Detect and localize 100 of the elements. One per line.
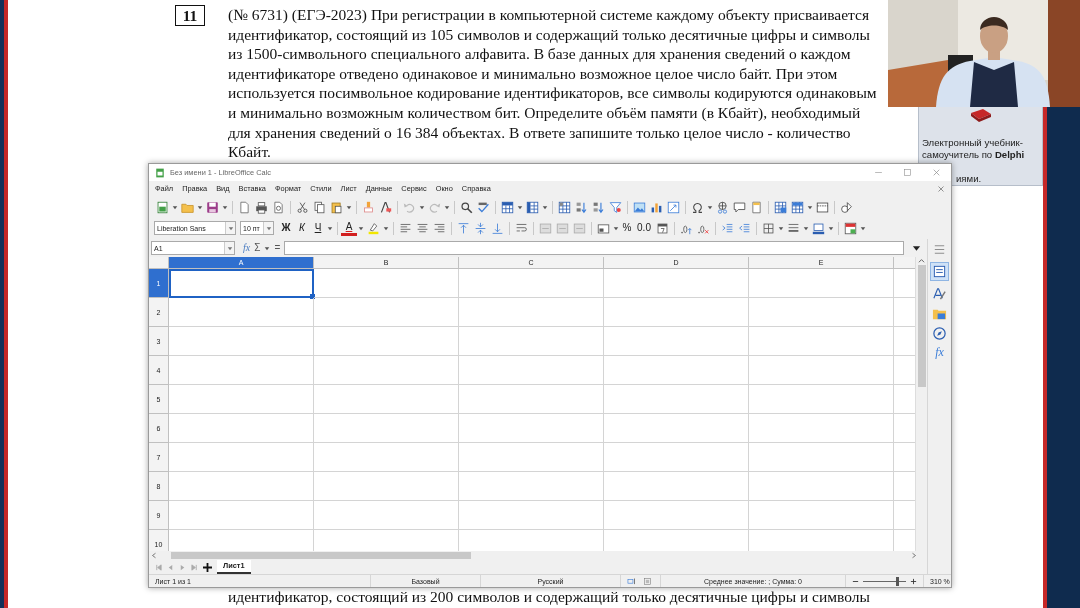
table-cell[interactable] <box>749 356 894 385</box>
caret-icon[interactable] <box>197 204 203 210</box>
selection-mode-icon[interactable] <box>627 576 637 586</box>
caret-icon[interactable] <box>860 225 866 231</box>
table-cell[interactable] <box>314 385 459 414</box>
add-sheet-icon[interactable] <box>203 562 212 572</box>
image-icon[interactable] <box>633 200 646 214</box>
print-area-icon[interactable] <box>774 200 787 214</box>
next-sheet-icon[interactable] <box>179 563 186 571</box>
table-cell[interactable] <box>314 501 459 530</box>
caret-icon[interactable] <box>444 204 450 210</box>
caret-icon[interactable] <box>327 225 333 231</box>
formula-input-field[interactable] <box>284 241 904 255</box>
pivot-table-icon[interactable] <box>667 200 680 214</box>
table-cell[interactable] <box>749 501 894 530</box>
table-cell[interactable] <box>314 298 459 327</box>
shapes-icon[interactable] <box>840 200 853 214</box>
omega-icon[interactable] <box>691 200 704 214</box>
menu-icon[interactable] <box>932 242 947 257</box>
bold-button[interactable]: Ж <box>278 220 294 236</box>
font-color-button[interactable]: A <box>341 220 357 236</box>
caret-icon[interactable] <box>517 204 523 210</box>
caret-icon[interactable] <box>222 204 228 210</box>
table-icon[interactable] <box>558 200 571 214</box>
caret-icon[interactable] <box>264 245 271 251</box>
filter-icon[interactable] <box>609 200 622 214</box>
table-cell[interactable] <box>169 356 314 385</box>
table-cell[interactable] <box>459 356 604 385</box>
table-cell[interactable] <box>749 443 894 472</box>
sort-descending-icon[interactable] <box>592 200 605 214</box>
sum-button[interactable]: Σ <box>254 243 261 253</box>
scroll-right-icon[interactable] <box>911 552 917 559</box>
caret-icon[interactable] <box>803 225 809 231</box>
caret-icon[interactable] <box>419 204 425 210</box>
table-cell[interactable] <box>314 356 459 385</box>
table-cell[interactable] <box>604 385 749 414</box>
align-middle-icon[interactable] <box>474 221 487 235</box>
align-right-icon[interactable] <box>433 221 446 235</box>
table-cell[interactable] <box>314 327 459 356</box>
caret-icon[interactable] <box>778 225 784 231</box>
table-cell[interactable] <box>459 269 604 298</box>
italic-button[interactable]: К <box>294 220 310 236</box>
spellcheck-icon[interactable] <box>477 200 490 214</box>
table-cell[interactable] <box>314 414 459 443</box>
caret-icon[interactable] <box>542 204 548 210</box>
paste-icon[interactable] <box>330 200 343 214</box>
highlighter-icon[interactable] <box>367 221 380 235</box>
close-icon[interactable] <box>937 185 945 193</box>
table-cell[interactable] <box>749 269 894 298</box>
header-footer-icon[interactable] <box>750 200 763 214</box>
select-all-corner[interactable] <box>149 257 169 269</box>
align-bottom-icon[interactable] <box>491 221 504 235</box>
table-cell[interactable] <box>459 385 604 414</box>
new-spreadsheet-icon[interactable] <box>156 200 169 214</box>
table-cell[interactable] <box>169 501 314 530</box>
print-preview-icon[interactable] <box>272 200 285 214</box>
printer-icon[interactable] <box>255 200 268 214</box>
calendar-icon[interactable] <box>656 221 669 235</box>
sort-ascending-icon[interactable] <box>575 200 588 214</box>
function-wizard-button[interactable]: fx <box>243 243 251 253</box>
align-center-icon[interactable] <box>416 221 429 235</box>
table-cell[interactable] <box>459 472 604 501</box>
number-format-button[interactable]: 0.0 <box>634 220 654 236</box>
formula-button[interactable]: = <box>274 243 281 253</box>
search-icon[interactable] <box>460 200 473 214</box>
caret-icon[interactable] <box>613 225 619 231</box>
caret-icon[interactable] <box>172 204 178 210</box>
properties-icon[interactable] <box>932 264 947 279</box>
table-icon[interactable] <box>501 200 514 214</box>
currency-format-icon[interactable] <box>597 221 610 235</box>
copy-icon[interactable] <box>313 200 326 214</box>
caret-icon[interactable] <box>707 204 713 210</box>
caret-icon[interactable] <box>383 225 389 231</box>
border-color-icon[interactable] <box>812 221 825 235</box>
freeze-rows-icon[interactable] <box>791 200 804 214</box>
underline-button[interactable]: Ч <box>310 220 326 236</box>
scissors-icon[interactable] <box>296 200 309 214</box>
table-cell[interactable] <box>604 269 749 298</box>
maximize-icon[interactable] <box>903 168 912 177</box>
table-cell[interactable] <box>604 414 749 443</box>
merge-cells-icon[interactable] <box>539 221 552 235</box>
caret-icon[interactable] <box>265 225 272 231</box>
table-cell[interactable] <box>459 443 604 472</box>
table-cell[interactable] <box>604 356 749 385</box>
decrease-indent-icon[interactable] <box>738 221 751 235</box>
table-cell[interactable] <box>314 269 459 298</box>
table-cell[interactable] <box>459 414 604 443</box>
table-cell[interactable] <box>169 443 314 472</box>
cell-cursor[interactable] <box>169 269 314 298</box>
merge-cells-icon[interactable] <box>573 221 586 235</box>
table-cell[interactable] <box>314 443 459 472</box>
table-cell[interactable] <box>604 501 749 530</box>
split-window-icon[interactable] <box>816 200 829 214</box>
borders-icon[interactable] <box>762 221 775 235</box>
border-style-icon[interactable] <box>787 221 800 235</box>
table-cell[interactable] <box>459 327 604 356</box>
table-cell[interactable] <box>169 327 314 356</box>
scroll-left-icon[interactable] <box>151 552 157 559</box>
table-cell[interactable] <box>604 298 749 327</box>
percent-button[interactable]: % <box>620 220 634 236</box>
